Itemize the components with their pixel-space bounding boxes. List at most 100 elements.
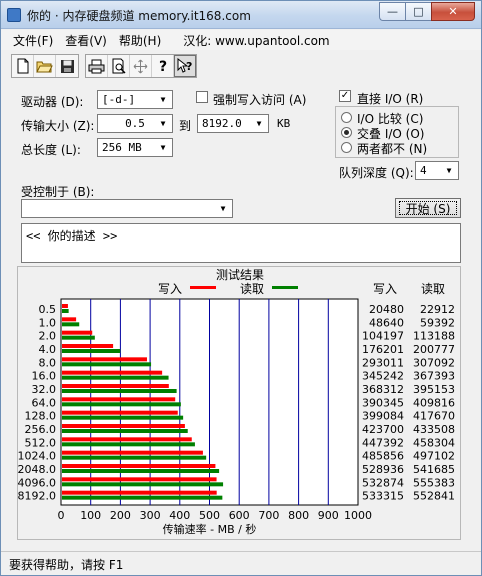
value-read-8192.0: 552841 (413, 490, 455, 503)
caption-buttons: — □ ✕ (379, 2, 475, 21)
category-label-16.0: 16.0 (32, 370, 57, 383)
bar-write-128.0 (62, 410, 178, 415)
bar-write-4096.0 (62, 477, 217, 482)
start-button[interactable]: 开始 (S) (395, 198, 461, 218)
value-read-2048.0: 541685 (413, 463, 455, 476)
chevron-down-icon[interactable]: ▼ (156, 116, 170, 131)
value-read-512.0: 458304 (413, 436, 455, 449)
queue-depth-select[interactable]: 4 ▼ (415, 161, 459, 180)
minimize-button[interactable]: — (379, 2, 405, 21)
x-tick-label-600: 600 (229, 509, 250, 522)
transfer-size-label: 传输大小 (Z): (21, 119, 95, 133)
chevron-down-icon[interactable]: ▼ (216, 201, 230, 216)
category-label-1.0: 1.0 (39, 316, 57, 329)
toolbar-group-file (11, 54, 79, 78)
category-label-128.0: 128.0 (25, 410, 57, 423)
toolbar: ? ? (11, 53, 197, 79)
chevron-down-icon[interactable]: ▼ (442, 163, 456, 178)
value-read-4096.0: 555383 (413, 476, 455, 489)
category-label-4.0: 4.0 (39, 343, 57, 356)
controlled-by-label: 受控制于 (B): (21, 185, 95, 199)
description-textarea[interactable]: << 你的描述 >> (21, 223, 461, 263)
bar-read-8.0 (62, 362, 152, 367)
bar-read-8192.0 (62, 495, 223, 500)
x-tick-label-500: 500 (199, 509, 220, 522)
transfer-from-select[interactable]: 0.5 ▼ (97, 114, 173, 133)
queue-depth-value: 4 (420, 164, 427, 177)
print-preview-icon[interactable] (108, 55, 130, 77)
chevron-down-icon[interactable]: ▼ (252, 116, 266, 131)
column-header-read: 读取 (421, 282, 445, 296)
svg-text:?: ? (186, 60, 192, 73)
transfer-to-select[interactable]: 8192.0 ▼ (197, 114, 269, 133)
value-write-8192.0: 533315 (362, 490, 404, 503)
menu-bar: 文件(F) 查看(V) 帮助(H) 汉化: www.upantool.com (1, 30, 481, 50)
new-doc-icon[interactable] (12, 55, 34, 77)
bar-read-16.0 (62, 375, 169, 380)
bar-read-256.0 (62, 429, 188, 433)
status-bar: 要获得帮助，请按 F1 (1, 551, 481, 575)
menu-view[interactable]: 查看(V) (53, 32, 107, 49)
value-write-128.0: 399084 (362, 410, 404, 423)
value-write-512.0: 447392 (362, 436, 404, 449)
value-write-64.0: 390345 (362, 396, 404, 409)
chevron-down-icon[interactable]: ▼ (156, 140, 170, 155)
bar-read-64.0 (62, 402, 181, 407)
overlap-io-radio[interactable] (341, 127, 352, 138)
drive-label: 驱动器 (D): (21, 95, 84, 109)
value-write-2048.0: 528936 (362, 463, 404, 476)
chart-title: 测试结果 (216, 267, 264, 282)
svg-text:?: ? (159, 59, 167, 74)
close-button[interactable]: ✕ (431, 2, 475, 21)
drive-select[interactable]: [-d-] ▼ (97, 90, 173, 109)
direct-io-label: 直接 I/O (R) (357, 92, 424, 106)
chevron-down-icon[interactable]: ▼ (156, 92, 170, 107)
value-write-2.0: 104197 (362, 330, 404, 343)
maximize-button[interactable]: □ (405, 2, 431, 21)
category-label-2048.0: 2048.0 (18, 463, 56, 476)
value-read-64.0: 409816 (413, 396, 455, 409)
total-length-select[interactable]: 256 MB ▼ (97, 138, 173, 157)
value-read-1024.0: 497102 (413, 450, 455, 463)
bar-write-256.0 (62, 424, 185, 428)
move-cross-icon[interactable] (130, 55, 152, 77)
bar-read-4.0 (62, 349, 121, 353)
menu-help[interactable]: 帮助(H) (107, 32, 161, 49)
x-tick-label-900: 900 (318, 509, 339, 522)
value-write-0.5: 20480 (369, 303, 404, 316)
bar-write-512.0 (62, 437, 192, 442)
value-write-1.0: 48640 (369, 316, 404, 329)
io-compare-radio[interactable] (341, 112, 352, 123)
category-label-2.0: 2.0 (39, 330, 57, 343)
column-header-write: 写入 (373, 282, 397, 296)
direct-io-checkbox[interactable]: ✓ (339, 90, 351, 102)
controlled-by-select[interactable]: ▼ (21, 199, 233, 218)
category-label-64.0: 64.0 (32, 396, 57, 409)
bar-read-128.0 (62, 415, 184, 420)
context-help-icon[interactable]: ? (174, 55, 196, 77)
category-label-8192.0: 8192.0 (18, 490, 56, 503)
print-icon[interactable] (86, 55, 108, 77)
title-bar[interactable]: 你的 · 内存硬盘频道 memory.it168.com — □ ✕ (1, 1, 481, 29)
x-tick-label-700: 700 (258, 509, 279, 522)
bar-write-8192.0 (62, 490, 217, 495)
menu-localize[interactable]: 汉化: www.upantool.com (161, 32, 329, 49)
x-tick-label-100: 100 (80, 509, 101, 522)
menu-file[interactable]: 文件(F) (1, 32, 53, 49)
force-write-checkbox[interactable] (196, 91, 208, 103)
bar-write-1.0 (62, 317, 77, 322)
neither-radio[interactable] (341, 142, 352, 153)
save-disk-icon[interactable] (56, 55, 78, 77)
category-label-512.0: 512.0 (25, 436, 57, 449)
bar-write-1024.0 (62, 450, 203, 455)
open-folder-icon[interactable] (34, 55, 56, 77)
bar-read-512.0 (62, 442, 195, 447)
value-read-4.0: 200777 (413, 343, 455, 356)
help-icon[interactable]: ? (152, 55, 174, 77)
bar-write-4.0 (62, 344, 114, 348)
transfer-to-value: 8192.0 (202, 117, 242, 130)
bar-write-8.0 (62, 357, 147, 362)
bar-write-32.0 (62, 384, 169, 388)
x-tick-label-300: 300 (140, 509, 161, 522)
x-tick-label-400: 400 (169, 509, 190, 522)
